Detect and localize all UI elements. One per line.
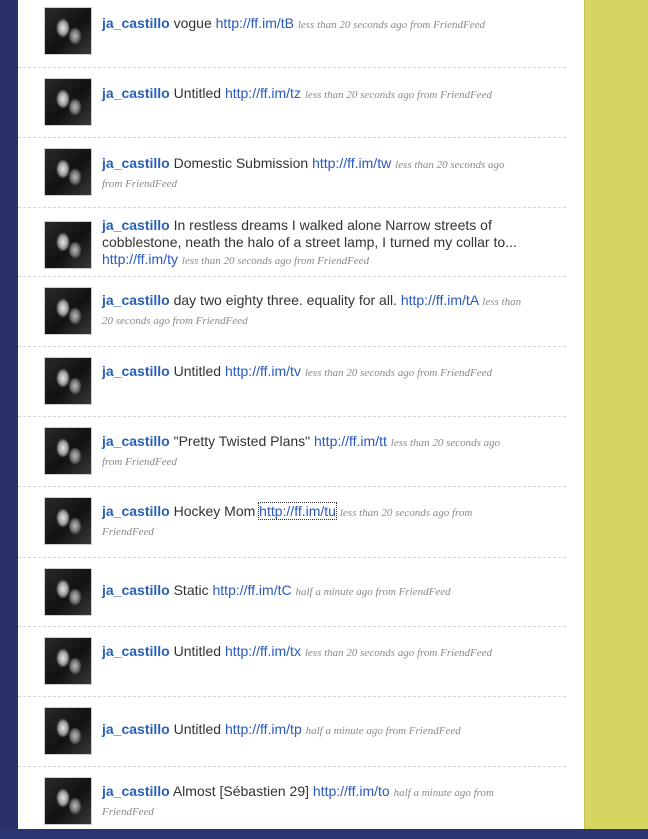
status-text: day two eighty three. equality for all. bbox=[173, 292, 397, 308]
status-link[interactable]: http://ff.im/tB bbox=[216, 15, 294, 31]
username-link[interactable]: ja_castillo bbox=[102, 363, 170, 379]
sidebar-background bbox=[584, 0, 648, 829]
status-item: ja_castillo Static http://ff.im/tC half … bbox=[18, 558, 566, 627]
status-link[interactable]: http://ff.im/to bbox=[313, 783, 390, 799]
user-avatar[interactable] bbox=[44, 357, 92, 405]
user-avatar[interactable] bbox=[44, 78, 92, 126]
status-link[interactable]: http://ff.im/ty bbox=[102, 251, 178, 267]
status-body: ja_castillo Untitled http://ff.im/tp hal… bbox=[102, 721, 522, 740]
username-link[interactable]: ja_castillo bbox=[102, 217, 170, 233]
username-link[interactable]: ja_castillo bbox=[102, 503, 170, 519]
status-body: ja_castillo Untitled http://ff.im/tv les… bbox=[102, 363, 522, 382]
username-link[interactable]: ja_castillo bbox=[102, 85, 170, 101]
status-body: ja_castillo Almost [Sébastien 29] http:/… bbox=[102, 783, 522, 821]
user-avatar[interactable] bbox=[44, 497, 92, 545]
user-avatar[interactable] bbox=[44, 637, 92, 685]
status-body: ja_castillo Hockey Mom http://ff.im/tu l… bbox=[102, 502, 522, 541]
left-background bbox=[0, 0, 18, 829]
username-link[interactable]: ja_castillo bbox=[102, 433, 170, 449]
status-meta: half a minute ago from FriendFeed bbox=[305, 725, 461, 737]
status-text: Static bbox=[173, 582, 209, 598]
status-item: ja_castillo Untitled http://ff.im/tx les… bbox=[18, 627, 566, 697]
status-meta: half a minute ago from FriendFeed bbox=[295, 586, 451, 598]
status-body: ja_castillo "Pretty Twisted Plans" http:… bbox=[102, 433, 522, 471]
status-text: Hockey Mom bbox=[173, 503, 256, 519]
username-link[interactable]: ja_castillo bbox=[102, 721, 170, 737]
status-item: ja_castillo Hockey Mom http://ff.im/tu l… bbox=[18, 487, 566, 558]
user-avatar[interactable] bbox=[44, 777, 92, 825]
username-link[interactable]: ja_castillo bbox=[102, 643, 170, 659]
status-text: vogue bbox=[173, 15, 212, 31]
user-avatar[interactable] bbox=[44, 568, 92, 616]
status-link[interactable]: http://ff.im/tt bbox=[314, 433, 387, 449]
status-link[interactable]: http://ff.im/tv bbox=[225, 363, 301, 379]
status-meta: less than 20 seconds ago from FriendFeed bbox=[297, 19, 486, 31]
status-item: ja_castillo vogue http://ff.im/tB less t… bbox=[18, 0, 566, 68]
status-body: ja_castillo In restless dreams I walked … bbox=[102, 217, 522, 270]
status-link[interactable]: http://ff.im/tu bbox=[258, 502, 337, 520]
status-body: ja_castillo Domestic Submission http://f… bbox=[102, 155, 522, 193]
username-link[interactable]: ja_castillo bbox=[102, 783, 170, 799]
status-item: ja_castillo Almost [Sébastien 29] http:/… bbox=[18, 767, 566, 839]
status-meta: less than 20 seconds ago from FriendFeed bbox=[304, 367, 493, 379]
user-avatar[interactable] bbox=[44, 7, 92, 55]
status-link[interactable]: http://ff.im/tp bbox=[225, 721, 302, 737]
status-body: ja_castillo vogue http://ff.im/tB less t… bbox=[102, 15, 522, 34]
status-text: Almost [Sébastien 29] bbox=[172, 783, 310, 799]
status-body: ja_castillo Static http://ff.im/tC half … bbox=[102, 582, 522, 601]
status-item: ja_castillo Domestic Submission http://f… bbox=[18, 138, 566, 208]
username-link[interactable]: ja_castillo bbox=[102, 15, 170, 31]
status-text: Untitled bbox=[173, 85, 222, 101]
status-body: ja_castillo day two eighty three. equali… bbox=[102, 292, 522, 330]
status-meta: less than 20 seconds ago from FriendFeed bbox=[304, 89, 493, 101]
status-link[interactable]: http://ff.im/tz bbox=[225, 85, 301, 101]
status-link[interactable]: http://ff.im/tw bbox=[312, 155, 391, 171]
user-avatar[interactable] bbox=[44, 287, 92, 335]
status-text: "Pretty Twisted Plans" bbox=[173, 433, 311, 449]
user-avatar[interactable] bbox=[44, 707, 92, 755]
user-avatar[interactable] bbox=[44, 148, 92, 196]
status-text: Untitled bbox=[173, 363, 222, 379]
status-item: ja_castillo In restless dreams I walked … bbox=[18, 208, 566, 277]
user-avatar[interactable] bbox=[44, 427, 92, 475]
status-body: ja_castillo Untitled http://ff.im/tx les… bbox=[102, 643, 522, 662]
username-link[interactable]: ja_castillo bbox=[102, 292, 170, 308]
username-link[interactable]: ja_castillo bbox=[102, 155, 170, 171]
status-item: ja_castillo day two eighty three. equali… bbox=[18, 277, 566, 347]
status-meta: less than 20 seconds ago from FriendFeed bbox=[181, 255, 370, 267]
status-text: Untitled bbox=[173, 643, 222, 659]
status-link[interactable]: http://ff.im/tx bbox=[225, 643, 301, 659]
status-item: ja_castillo Untitled http://ff.im/tz les… bbox=[18, 68, 566, 138]
status-item: ja_castillo Untitled http://ff.im/tp hal… bbox=[18, 697, 566, 767]
status-link[interactable]: http://ff.im/tC bbox=[213, 582, 292, 598]
status-link[interactable]: http://ff.im/tA bbox=[401, 292, 479, 308]
status-text: Domestic Submission bbox=[173, 155, 309, 171]
status-text: Untitled bbox=[173, 721, 222, 737]
username-link[interactable]: ja_castillo bbox=[102, 582, 170, 598]
status-meta: less than 20 seconds ago from FriendFeed bbox=[304, 647, 493, 659]
status-item: ja_castillo Untitled http://ff.im/tv les… bbox=[18, 347, 566, 417]
user-avatar[interactable] bbox=[44, 221, 92, 269]
status-item: ja_castillo "Pretty Twisted Plans" http:… bbox=[18, 417, 566, 487]
status-body: ja_castillo Untitled http://ff.im/tz les… bbox=[102, 85, 522, 104]
status-timeline: ja_castillo vogue http://ff.im/tB less t… bbox=[18, 0, 566, 839]
